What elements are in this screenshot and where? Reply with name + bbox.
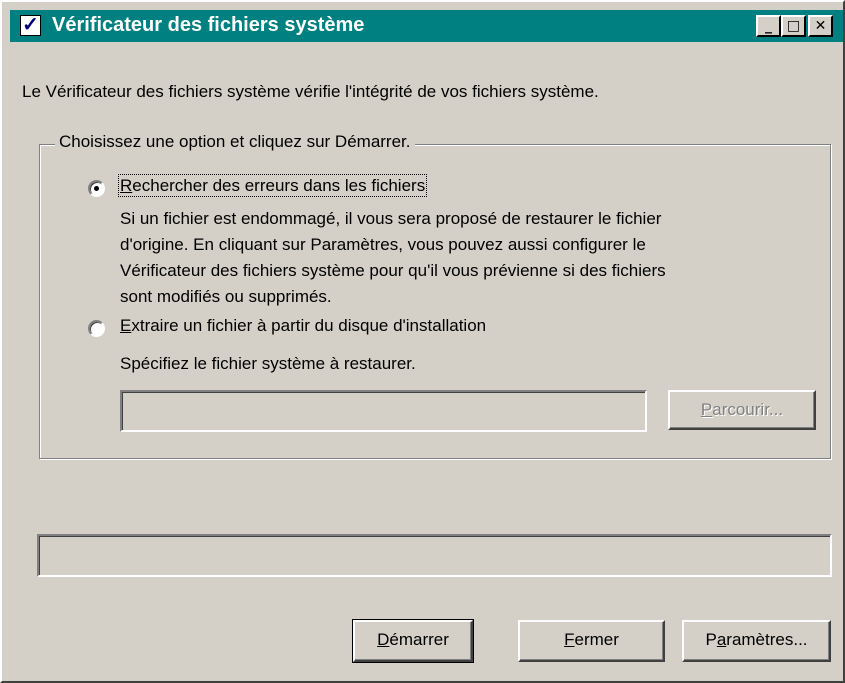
desc-line: Vérificateur des fichiers système pour q… [120,261,666,280]
label-text: xtraire un fichier à partir du disque d'… [131,316,487,335]
start-button[interactable]: Démarrer [352,619,474,663]
maximize-button[interactable]: □ [781,15,806,37]
accel-f: F [564,630,575,649]
button-text: ermer [574,630,619,649]
accel-p: P [700,400,713,419]
accel-a: a [716,630,727,649]
label-text: echercher des erreurs dans les fichiers [132,176,426,195]
radio-check-files[interactable] [88,180,105,197]
option-check-files-label[interactable]: Rechercher des erreurs dans les fichiers [117,174,428,197]
window-title: Vérificateur des fichiers système [52,14,365,36]
button-text: ramètres... [726,630,808,649]
button-text: arcourir... [712,400,784,419]
desc-line: Si un fichier est endommagé, il vous ser… [120,209,662,228]
title-bar[interactable]: ✓ Vérificateur des fichiers système _ □ … [10,10,843,42]
file-path-input[interactable] [120,390,647,432]
option-extract-file-label[interactable]: Extraire un fichier à partir du disque d… [120,316,486,336]
accel-e: E [120,316,132,335]
button-text: émarrer [389,630,449,649]
minimize-button[interactable]: _ [756,15,781,37]
dialog-window: ✓ Vérificateur des fichiers système _ □ … [0,0,845,683]
desc-line: sont modifiés ou supprimés. [120,287,332,306]
radio-selected-dot [94,186,99,191]
close-window-button[interactable]: ✕ [808,15,833,37]
button-text: P [705,630,717,649]
close-button[interactable]: Fermer [518,620,665,662]
checkbox-check-icon: ✓ [20,15,41,36]
accel-d: D [377,630,390,649]
accel-r: R [120,176,133,195]
intro-text: Le Vérificateur des fichiers système vér… [22,82,599,101]
progress-bar [37,534,832,577]
option-check-files-description: Si un fichier est endommagé, il vous ser… [120,206,666,310]
settings-button[interactable]: Paramètres... [682,620,831,662]
browse-button[interactable]: Parcourir... [668,390,816,430]
option-extract-file-description: Spécifiez le fichier système à restaurer… [120,354,416,373]
radio-extract-file[interactable] [88,320,105,337]
group-legend: Choisissez une option et cliquez sur Dém… [55,132,415,152]
desc-line: d'origine. En cliquant sur Paramètres, v… [120,235,646,254]
